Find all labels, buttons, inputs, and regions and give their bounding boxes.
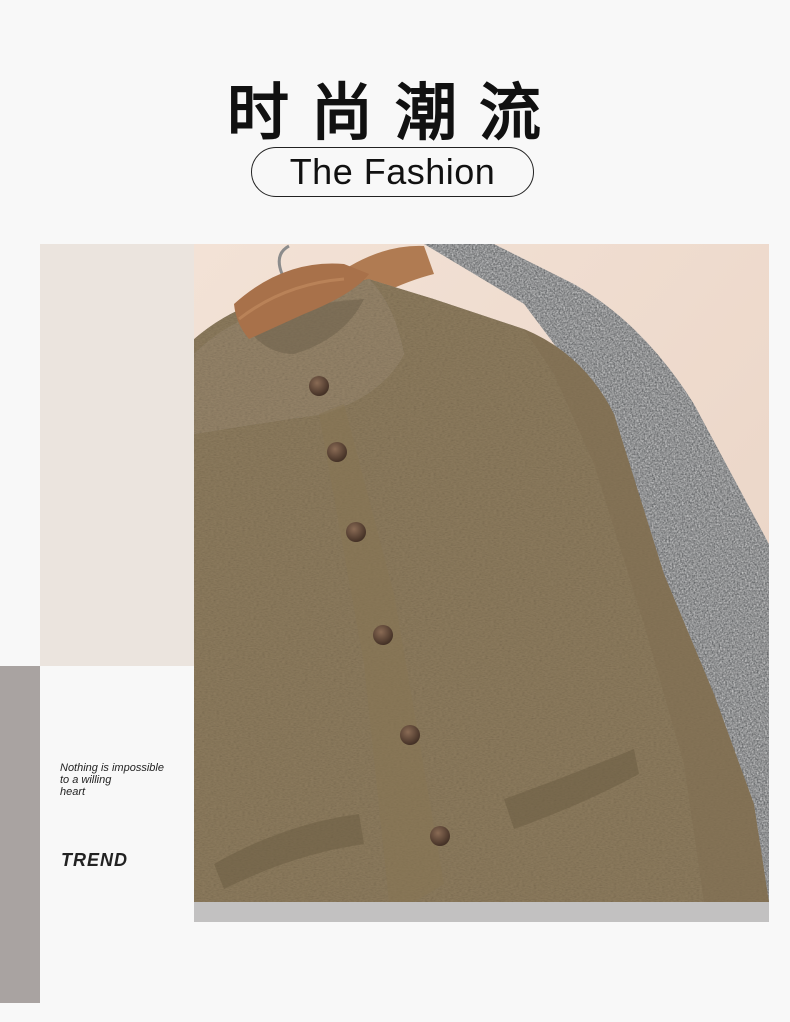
trend-label: TREND (61, 850, 128, 870)
motto-line-2: to a willing (60, 774, 112, 786)
motto-quote: Nothing is impossible to a willing heart (60, 762, 190, 798)
button-3 (346, 522, 366, 542)
motto-line-1: Nothing is impossible (60, 762, 164, 774)
button-1 (309, 376, 329, 396)
subtitle-pill: The Fashion (251, 147, 534, 197)
button-2 (327, 442, 347, 462)
page-title: 时尚潮流 (226, 76, 563, 149)
button-4 (373, 625, 393, 645)
product-photo (194, 244, 769, 902)
subtitle-text: The Fashion (289, 151, 496, 192)
button-5 (400, 725, 420, 745)
button-6 (430, 826, 450, 846)
motto-line-3: heart (60, 786, 86, 798)
photo-shadow-bar (194, 902, 769, 922)
beige-backdrop-panel (40, 244, 194, 666)
gray-accent-stripe (0, 666, 40, 1003)
